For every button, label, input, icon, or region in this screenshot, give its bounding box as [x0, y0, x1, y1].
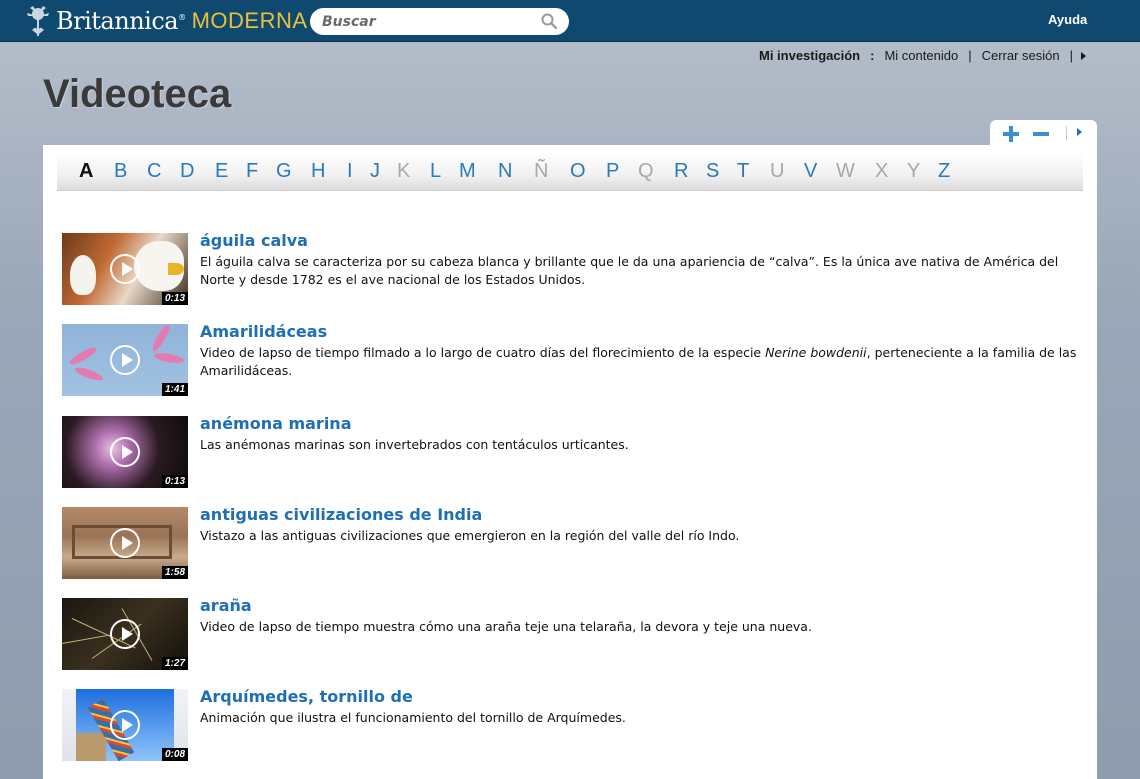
caret-right-icon[interactable]	[1077, 128, 1082, 136]
search-input[interactable]	[322, 12, 532, 31]
panel-controls	[990, 120, 1097, 148]
alpha-letter-p[interactable]: P	[606, 160, 619, 183]
video-title-link[interactable]: Arquímedes, tornillo de	[200, 687, 413, 706]
caret-right-icon[interactable]	[1081, 51, 1086, 60]
alpha-letter-k: K	[397, 160, 411, 182]
video-description: Video de lapso de tiempo muestra cómo un…	[200, 619, 812, 634]
video-title-link[interactable]: águila calva	[200, 231, 308, 250]
video-title-link[interactable]: Amarilidáceas	[200, 322, 327, 341]
alphabet-bar: A B C D E F G H I J K L M N Ñ O P Q R S …	[57, 153, 1083, 191]
video-thumbnail[interactable]: 1:27	[62, 598, 188, 670]
video-thumbnail[interactable]: 1:58	[62, 507, 188, 579]
play-icon[interactable]	[110, 710, 140, 740]
search-box	[310, 8, 569, 35]
video-duration: 0:13	[161, 292, 188, 305]
logout-link[interactable]: Cerrar sesión	[982, 48, 1060, 63]
video-thumbnail[interactable]: 1:41	[62, 324, 188, 396]
alpha-letter-n-tilde: Ñ	[534, 160, 549, 182]
alpha-letter-r[interactable]: R	[674, 160, 688, 183]
help-link[interactable]: Ayuda	[1048, 12, 1087, 27]
search-icon[interactable]	[541, 13, 557, 29]
divider	[1066, 126, 1067, 140]
video-title-link[interactable]: araña	[200, 596, 252, 615]
alpha-letter-n[interactable]: N	[498, 160, 512, 183]
list-item: 0:08 Arquímedes, tornillo de Animación q…	[62, 687, 1082, 761]
play-icon[interactable]	[110, 437, 140, 467]
thistle-logo-icon	[27, 6, 49, 36]
alpha-letter-e[interactable]: E	[215, 160, 228, 183]
nav-separator: |	[1069, 48, 1073, 63]
video-description: Las anémonas marinas son invertebrados c…	[200, 437, 629, 452]
thumbnail-art	[68, 345, 98, 367]
minus-icon[interactable]	[1031, 124, 1051, 144]
alpha-letter-h[interactable]: H	[311, 160, 325, 183]
alpha-letter-o[interactable]: O	[570, 160, 586, 183]
thumbnail-art	[76, 733, 106, 761]
alpha-letter-a[interactable]: A	[79, 160, 93, 183]
logo-brand-text: Britannica®	[56, 7, 186, 35]
alpha-letter-w: W	[836, 160, 855, 182]
my-content-link[interactable]: Mi contenido	[884, 48, 958, 63]
alpha-letter-l[interactable]: L	[430, 160, 441, 183]
alpha-letter-y: Y	[907, 160, 921, 182]
video-description: Vistazo a las antiguas civilizaciones qu…	[200, 528, 740, 543]
alpha-letter-s[interactable]: S	[706, 160, 719, 183]
alpha-letter-q: Q	[638, 160, 654, 182]
play-icon[interactable]	[110, 619, 140, 649]
play-icon[interactable]	[110, 254, 140, 284]
alpha-letter-i[interactable]: I	[347, 160, 353, 183]
list-item: 1:27 araña Video de lapso de tiempo mues…	[62, 596, 1082, 670]
my-research-label: Mi investigación	[758, 48, 861, 63]
thumbnail-art	[153, 351, 185, 365]
play-icon[interactable]	[110, 345, 140, 375]
logo-edition-text: MODERNA	[191, 8, 308, 33]
video-duration: 0:08	[161, 748, 188, 761]
list-item: 1:41 Amarilidáceas Video de lapso de tie…	[62, 322, 1082, 396]
list-item: 0:13 águila calva El águila calva se car…	[62, 231, 1082, 305]
video-duration: 0:13	[161, 475, 188, 488]
page-title: Videoteca	[43, 72, 232, 116]
alpha-letter-g[interactable]: G	[276, 160, 292, 183]
video-title-link[interactable]: antiguas civilizaciones de India	[200, 505, 482, 524]
alpha-letter-d[interactable]: D	[180, 160, 194, 183]
alpha-letter-z[interactable]: Z	[938, 160, 950, 183]
user-nav: Mi investigación : Mi contenido | Cerrar…	[759, 48, 1086, 63]
plus-icon[interactable]	[1001, 124, 1021, 144]
alpha-letter-t[interactable]: T	[737, 160, 749, 183]
video-thumbnail[interactable]: 0:08	[62, 689, 188, 761]
alpha-letter-u: U	[770, 160, 785, 182]
top-bar: Britannica® MODERNA Ayuda	[0, 0, 1140, 42]
alpha-letter-x: X	[875, 160, 889, 182]
list-item: 1:58 antiguas civilizaciones de India Vi…	[62, 505, 1082, 579]
nav-colon: :	[870, 48, 875, 63]
alpha-letter-c[interactable]: C	[147, 160, 161, 183]
video-description: El águila calva se caracteriza por su ca…	[200, 254, 1059, 287]
britannica-logo[interactable]: Britannica® MODERNA	[24, 4, 308, 38]
alpha-letter-b[interactable]: B	[114, 160, 127, 183]
alpha-letter-v[interactable]: V	[804, 160, 817, 183]
nav-separator: |	[968, 48, 972, 63]
video-description: Video de lapso de tiempo filmado a lo la…	[200, 345, 1077, 378]
list-item: 0:13 anémona marina Las anémonas marinas…	[62, 414, 1082, 488]
thumbnail-art	[73, 365, 105, 383]
thumbnail-art	[62, 634, 112, 644]
video-thumbnail[interactable]: 0:13	[62, 233, 188, 305]
video-description: Animación que ilustra el funcionamiento …	[200, 710, 626, 725]
alpha-letter-j[interactable]: J	[370, 160, 380, 183]
video-duration: 1:58	[161, 566, 188, 579]
video-thumbnail[interactable]: 0:13	[62, 416, 188, 488]
alpha-letter-f[interactable]: F	[246, 160, 258, 183]
video-duration: 1:27	[161, 657, 188, 670]
video-duration: 1:41	[161, 383, 188, 396]
play-icon[interactable]	[110, 528, 140, 558]
alpha-letter-m[interactable]: M	[459, 160, 476, 183]
thumbnail-art	[150, 324, 172, 353]
thumbnail-art	[168, 263, 184, 275]
thumbnail-art	[70, 255, 96, 295]
video-title-link[interactable]: anémona marina	[200, 414, 352, 433]
